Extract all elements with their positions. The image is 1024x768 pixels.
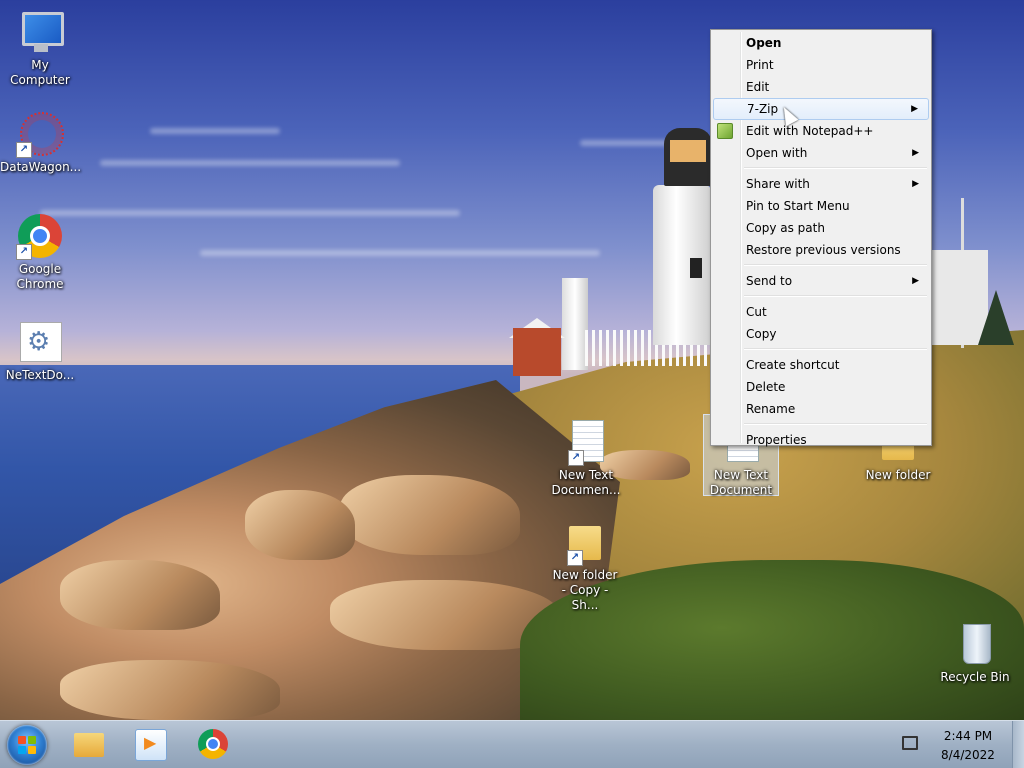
chrome-icon xyxy=(198,729,228,759)
menu-item-open-with[interactable]: Open with ▶ xyxy=(713,142,929,164)
menu-item-delete[interactable]: Delete xyxy=(713,376,929,398)
desktop-icon-label: New folder xyxy=(865,468,931,482)
menu-separator xyxy=(744,423,927,425)
recycle-bin-icon xyxy=(951,620,999,668)
desktop-icon-my-computer[interactable]: My Computer xyxy=(0,8,80,88)
house xyxy=(932,250,988,345)
computer-icon xyxy=(16,8,64,56)
network-icon[interactable] xyxy=(902,736,918,750)
menu-item-edit[interactable]: Edit xyxy=(713,76,929,98)
windows-explorer-icon xyxy=(74,733,104,757)
desktop-icon-netextdo[interactable]: ⚙ NeTextDo... xyxy=(0,318,80,383)
desktop-icon-label: Recycle Bin xyxy=(940,670,1010,684)
settings-document-icon: ⚙ xyxy=(16,318,64,366)
desktop-icon-label: NeTextDo... xyxy=(5,368,75,382)
rock xyxy=(60,560,220,630)
context-menu: Open Print Edit 7-Zip ▶ Edit with Notepad… xyxy=(710,29,932,447)
taskbar-media-player[interactable] xyxy=(122,725,178,765)
cloud-streak xyxy=(100,160,400,166)
lighthouse xyxy=(653,185,711,345)
desktop-icon-google-chrome[interactable]: ↗ Google Chrome xyxy=(0,212,80,292)
shortcut-arrow-icon: ↗ xyxy=(16,142,32,158)
text-document-icon: ↗ xyxy=(562,418,610,466)
windows-logo-icon xyxy=(18,736,36,754)
start-button[interactable] xyxy=(7,725,47,765)
lantern-glow xyxy=(670,140,706,162)
menu-separator xyxy=(744,295,927,297)
menu-item-edit-with-notepad[interactable]: Edit with Notepad++ xyxy=(713,120,929,142)
shortcut-arrow-icon: ↗ xyxy=(16,244,32,260)
desktop-icon-new-text-document-shortcut[interactable]: ↗ New Text Documen... xyxy=(546,418,626,498)
submenu-arrow-icon: ▶ xyxy=(912,179,919,189)
desktop-icon-recycle-bin[interactable]: Recycle Bin xyxy=(935,620,1015,685)
submenu-arrow-icon: ▶ xyxy=(911,104,918,114)
menu-item-send-to[interactable]: Send to ▶ xyxy=(713,270,929,292)
menu-item-create-shortcut[interactable]: Create shortcut xyxy=(713,354,929,376)
menu-item-cut[interactable]: Cut xyxy=(713,301,929,323)
datawagon-icon: ↗ xyxy=(16,110,64,158)
desktop-icon-label: My Computer xyxy=(10,58,70,87)
desktop-icon-new-folder-copy-shortcut[interactable]: ↗ New folder - Copy - Sh... xyxy=(545,518,625,613)
taskbar-google-chrome[interactable] xyxy=(185,725,241,765)
menu-item-print[interactable]: Print xyxy=(713,54,929,76)
red-shed xyxy=(513,328,561,376)
menu-item-rename[interactable]: Rename xyxy=(713,398,929,420)
show-desktop-button[interactable] xyxy=(1012,721,1024,768)
desktop-icon-label: New Text Documen... xyxy=(551,468,621,497)
media-player-icon xyxy=(135,729,167,761)
menu-separator xyxy=(744,348,927,350)
menu-item-copy[interactable]: Copy xyxy=(713,323,929,345)
rock xyxy=(245,490,355,560)
desktop-icon-label: New Text Document xyxy=(709,468,773,497)
taskbar-clock[interactable]: 2:44 PM 8/4/2022 xyxy=(930,727,1006,765)
rock xyxy=(340,475,520,555)
shortcut-arrow-icon: ↗ xyxy=(568,450,584,466)
desktop-icon-label: DataWagon... xyxy=(0,160,82,174)
menu-separator xyxy=(744,167,927,169)
desktop-icon-label: New folder - Copy - Sh... xyxy=(552,568,618,612)
cloud-streak xyxy=(150,128,280,134)
menu-item-7zip[interactable]: 7-Zip ▶ xyxy=(713,98,929,120)
menu-separator xyxy=(744,264,927,266)
rock xyxy=(60,660,280,720)
menu-item-share-with[interactable]: Share with ▶ xyxy=(713,173,929,195)
taskbar-windows-explorer[interactable] xyxy=(61,725,117,765)
taskbar: 2:44 PM 8/4/2022 xyxy=(0,720,1024,768)
menu-item-pin-to-start[interactable]: Pin to Start Menu xyxy=(713,195,929,217)
notepad-plus-plus-icon xyxy=(717,123,733,139)
menu-item-open[interactable]: Open xyxy=(713,32,929,54)
menu-item-properties[interactable]: Properties xyxy=(713,429,929,451)
clock-date: 8/4/2022 xyxy=(941,748,995,762)
desktop-icon-datawagon[interactable]: ↗ DataWagon... xyxy=(0,110,82,175)
menu-item-copy-as-path[interactable]: Copy as path xyxy=(713,217,929,239)
submenu-arrow-icon: ▶ xyxy=(912,276,919,286)
clock-time: 2:44 PM xyxy=(943,729,993,743)
lighthouse-window xyxy=(690,258,702,278)
cloud-streak xyxy=(200,250,600,256)
chrome-icon: ↗ xyxy=(16,212,64,260)
submenu-arrow-icon: ▶ xyxy=(912,148,919,158)
folder-icon: ↗ xyxy=(561,518,609,566)
shortcut-arrow-icon: ↗ xyxy=(567,550,583,566)
menu-item-restore-previous-versions[interactable]: Restore previous versions xyxy=(713,239,929,261)
cloud-streak xyxy=(40,210,460,216)
desktop-icon-label: Google Chrome xyxy=(16,262,64,291)
